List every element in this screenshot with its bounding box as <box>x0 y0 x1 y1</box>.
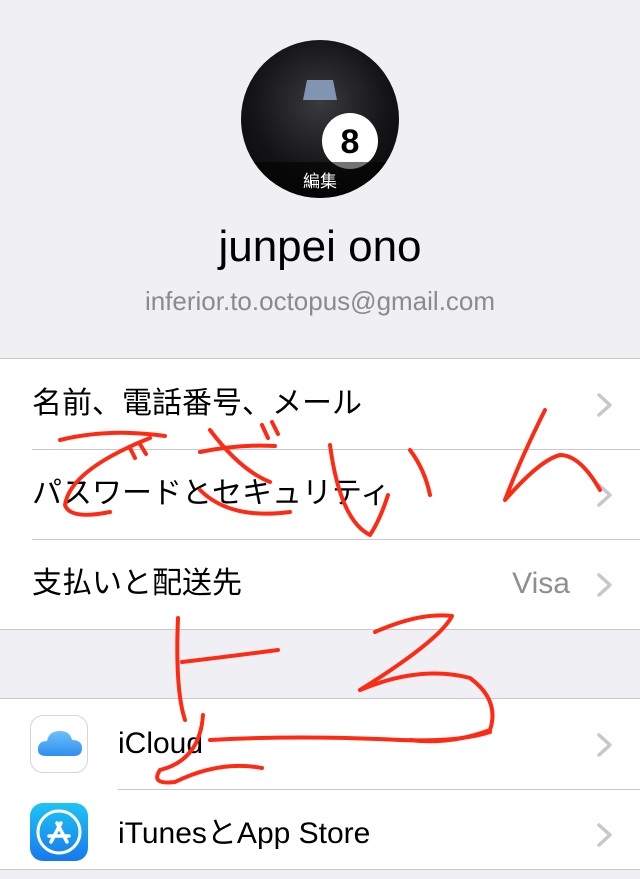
chevron-right-icon <box>597 823 612 847</box>
edit-avatar-label[interactable]: 編集 <box>241 167 399 192</box>
row-label: パスワードとセキュリティ <box>32 476 391 511</box>
payment-value: Visa <box>512 567 570 600</box>
settings-row-password-security[interactable]: パスワードとセキュリティ <box>0 449 640 539</box>
settings-row-payment-shipping[interactable]: 支払いと配送先 Visa <box>0 539 640 629</box>
profile-email: inferior.to.octopus@gmail.com <box>144 286 496 316</box>
avatar[interactable]: 8 編集 <box>241 40 399 198</box>
profile-name: junpei ono <box>218 222 422 271</box>
app-store-icon <box>30 803 88 861</box>
row-label: iTunesとApp Store <box>118 817 371 850</box>
chevron-right-icon <box>597 393 612 417</box>
row-label: 名前、電話番号、メール <box>32 386 362 421</box>
chevron-right-icon <box>597 573 612 597</box>
settings-group-account: 名前、電話番号、メール パスワードとセキュリティ 支払いと配送先 Visa <box>0 358 640 630</box>
ball-number: 8 <box>341 123 360 161</box>
chevron-right-icon <box>597 483 612 507</box>
settings-row-name-phone-email[interactable]: 名前、電話番号、メール <box>0 359 640 449</box>
profile-header: 8 編集 junpei ono inferior.to.octopus@gmai… <box>0 0 640 358</box>
icloud-icon <box>30 715 88 773</box>
chevron-right-icon <box>597 733 612 757</box>
ball-highlight <box>303 80 337 100</box>
cloud-icon <box>37 731 82 756</box>
app-store-a-icon <box>36 809 82 855</box>
settings-row-itunes-app-store[interactable]: iTunesとApp Store <box>0 789 640 879</box>
settings-row-icloud[interactable]: iCloud <box>0 699 640 789</box>
settings-group-services: iCloud iTunesとApp Store <box>0 698 640 870</box>
row-label: iCloud <box>118 727 204 760</box>
row-label: 支払いと配送先 <box>32 566 242 601</box>
